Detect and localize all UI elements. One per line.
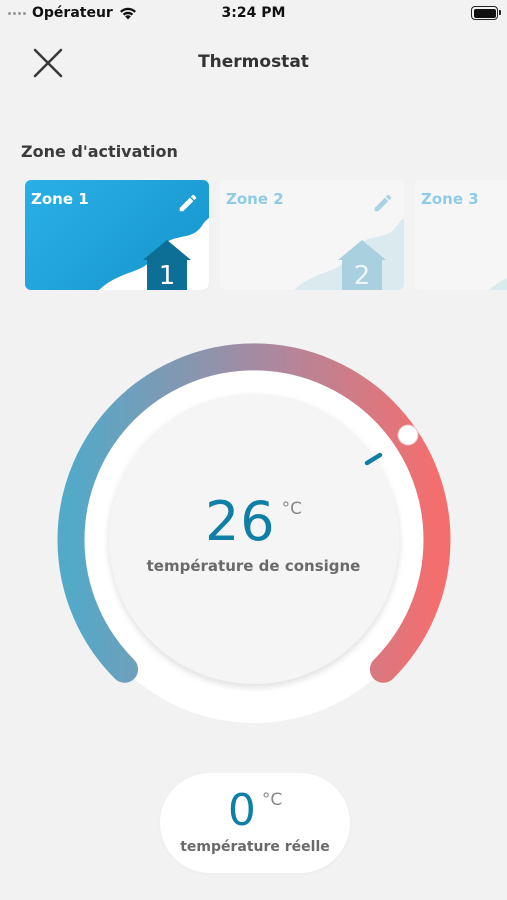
real-temperature-unit: °C xyxy=(261,790,283,810)
real-temperature: 0 °C xyxy=(160,785,350,836)
house-icon: 2 xyxy=(294,218,404,290)
dial-handle[interactable] xyxy=(397,424,419,446)
house-icon: 3 xyxy=(489,277,507,290)
zone-label: Zone 2 xyxy=(226,190,284,208)
zone-carousel[interactable]: Zone 1 1 Zone 2 2 Zone 3 3 xyxy=(0,180,507,291)
set-temperature-value: 26 xyxy=(204,490,276,553)
pencil-icon[interactable] xyxy=(177,192,199,214)
page-title: Thermostat xyxy=(198,52,309,72)
real-temperature-label: température réelle xyxy=(180,839,330,855)
pencil-icon[interactable] xyxy=(372,192,394,214)
status-bar: Opérateur 3:24 PM xyxy=(0,0,507,28)
zone-section-title: Zone d'activation xyxy=(21,142,178,161)
real-temperature-card: 0 °C température réelle xyxy=(160,773,350,873)
zone-card-2[interactable]: Zone 2 2 xyxy=(220,180,404,290)
status-time: 3:24 PM xyxy=(221,5,286,21)
set-temperature-label: température de consigne xyxy=(146,557,361,575)
house-icon: 1 xyxy=(99,218,209,290)
zone-number: 2 xyxy=(354,261,371,290)
zone-number: 1 xyxy=(159,261,176,290)
real-temperature-value: 0 xyxy=(227,785,256,836)
zone-label: Zone 3 xyxy=(421,190,479,208)
battery-icon xyxy=(471,6,501,20)
zone-label: Zone 1 xyxy=(31,190,89,208)
set-temperature-unit: °C xyxy=(281,499,303,519)
zone-card-1[interactable]: Zone 1 1 xyxy=(25,180,209,290)
set-temperature: 26 °C xyxy=(0,490,507,553)
zone-card-3[interactable]: Zone 3 3 xyxy=(415,180,507,290)
